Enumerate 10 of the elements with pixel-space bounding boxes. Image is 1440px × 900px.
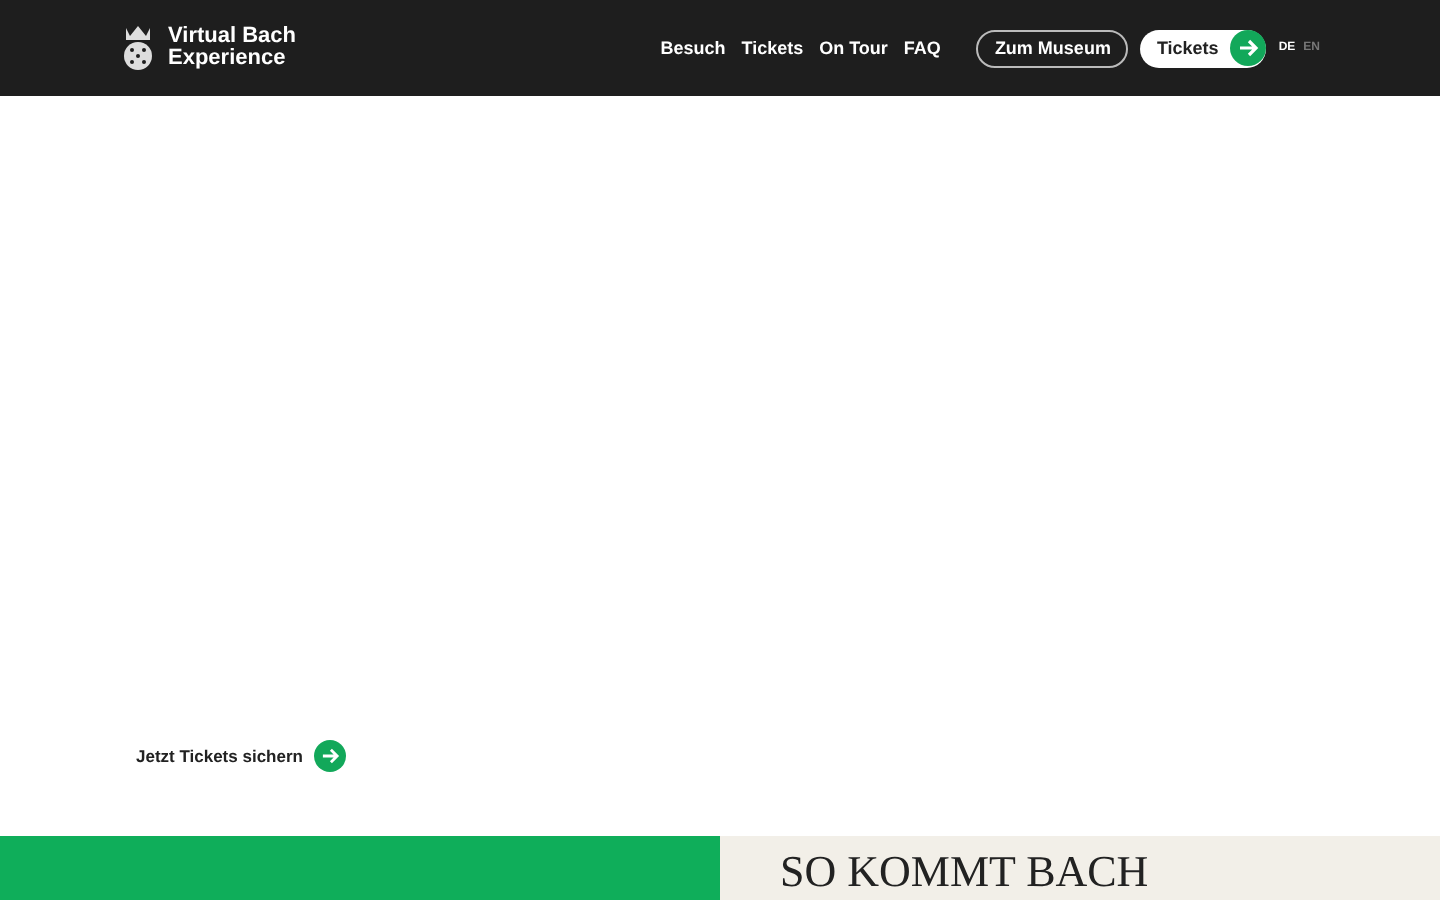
- crest-icon: [120, 24, 156, 72]
- tickets-button[interactable]: Tickets: [1140, 29, 1267, 67]
- nav-link[interactable]: FAQ: [903, 38, 941, 58]
- tickets-link[interactable]: Jetzt Tickets sichern: [136, 740, 303, 772]
- section-heading: SO KOMMT BACH: [780, 848, 1151, 896]
- site-logo-text[interactable]: Virtual Bach Experience: [168, 25, 296, 71]
- nav-link[interactable]: On Tour: [819, 38, 888, 58]
- museum-button[interactable]: Zum Museum: [976, 29, 1129, 67]
- nav-link[interactable]: Besuch: [660, 38, 726, 58]
- nav-link[interactable]: Tickets: [741, 38, 804, 58]
